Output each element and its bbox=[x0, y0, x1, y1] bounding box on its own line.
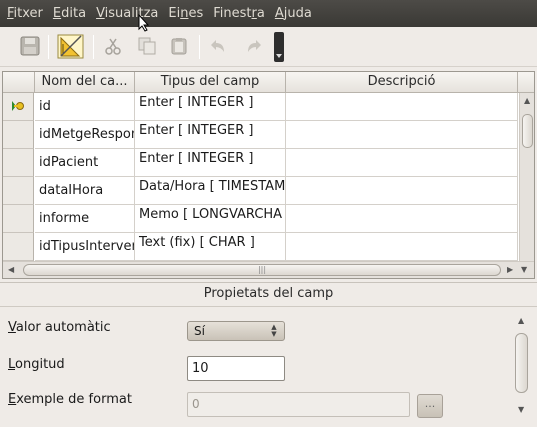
menu-ajuda[interactable]: Ajuda bbox=[270, 0, 317, 27]
properties-vertical-scrollbar[interactable]: ▲ ▼ bbox=[514, 311, 529, 421]
row-header[interactable] bbox=[3, 93, 34, 121]
format-browse-button[interactable]: ... bbox=[417, 394, 443, 418]
table-vertical-scrollbar[interactable]: ▲ bbox=[519, 93, 534, 261]
table-row[interactable]: idPacient Enter [ INTEGER ] bbox=[3, 149, 518, 177]
table-horizontal-scroll-thumb[interactable]: ||| bbox=[23, 264, 501, 276]
scroll-left-arrow-icon[interactable]: ◀ bbox=[8, 265, 14, 274]
menu-visualitza[interactable]: Visualitza bbox=[91, 0, 163, 27]
cell-field-name[interactable]: informe bbox=[35, 205, 135, 233]
cell-description[interactable] bbox=[286, 205, 518, 233]
cell-description[interactable] bbox=[286, 233, 518, 261]
length-input[interactable]: 10 bbox=[187, 356, 285, 381]
row-header[interactable] bbox=[3, 121, 34, 149]
column-header-description[interactable]: Descripció bbox=[286, 72, 518, 93]
menu-fitxer[interactable]: Fitxer bbox=[2, 0, 48, 27]
field-properties-title: Propietats del camp bbox=[0, 283, 537, 307]
row-header[interactable] bbox=[3, 205, 34, 233]
header-filler bbox=[518, 72, 534, 93]
format-example-label: Exemple de format bbox=[8, 392, 132, 407]
props-scroll-up-icon[interactable]: ▲ bbox=[518, 316, 524, 325]
cell-field-name[interactable]: idTipusInterven bbox=[35, 233, 135, 261]
field-table: Nom del ca... Tipus del camp Descripció … bbox=[2, 71, 535, 279]
scroll-up-arrow-icon[interactable]: ▲ bbox=[524, 96, 530, 105]
toolbar-overflow-button[interactable] bbox=[274, 32, 284, 62]
table-row[interactable]: id Enter [ INTEGER ] bbox=[3, 93, 518, 121]
row-header-corner bbox=[3, 72, 35, 93]
cell-description[interactable] bbox=[286, 149, 518, 177]
cell-field-type[interactable]: Memo [ LONGVARCHA bbox=[135, 205, 286, 233]
paste-icon[interactable] bbox=[166, 33, 192, 59]
cell-field-name[interactable]: dataIHora bbox=[35, 177, 135, 205]
table-row[interactable]: dataIHora Data/Hora [ TIMESTAM bbox=[3, 177, 518, 205]
column-header-name[interactable]: Nom del ca... bbox=[35, 72, 135, 93]
props-scroll-down-icon[interactable]: ▼ bbox=[518, 405, 524, 414]
undo-icon[interactable] bbox=[206, 33, 232, 59]
cell-description[interactable] bbox=[286, 121, 518, 149]
scroll-down-arrow-icon[interactable]: ▼ bbox=[521, 265, 527, 274]
cut-icon[interactable] bbox=[100, 33, 126, 59]
row-header[interactable] bbox=[3, 149, 34, 177]
copy-icon[interactable] bbox=[134, 33, 160, 59]
cell-field-type[interactable]: Enter [ INTEGER ] bbox=[135, 121, 286, 149]
auto-value-selected: Sí bbox=[194, 324, 205, 338]
primary-key-icon bbox=[11, 100, 25, 116]
auto-value-select[interactable]: Sí ▲ ▼ bbox=[187, 321, 285, 341]
toolbar bbox=[0, 27, 537, 67]
table-row[interactable]: idMetgeRespon Enter [ INTEGER ] bbox=[3, 121, 518, 149]
cell-field-type[interactable]: Text (fix) [ CHAR ] bbox=[135, 233, 286, 261]
menu-eines[interactable]: Eines bbox=[163, 0, 208, 27]
scroll-right-arrow-icon[interactable]: ▶ bbox=[507, 265, 513, 274]
cell-field-name[interactable]: idPacient bbox=[35, 149, 135, 177]
spin-arrows-icon: ▲ ▼ bbox=[271, 323, 277, 338]
column-header-type[interactable]: Tipus del camp bbox=[135, 72, 286, 93]
menu-finestra[interactable]: Finestra bbox=[208, 0, 270, 27]
redo-icon[interactable] bbox=[240, 33, 266, 59]
row-header[interactable] bbox=[3, 177, 34, 205]
cell-field-name[interactable]: id bbox=[35, 93, 135, 121]
cell-field-type[interactable]: Enter [ INTEGER ] bbox=[135, 149, 286, 177]
table-row[interactable]: informe Memo [ LONGVARCHA bbox=[3, 205, 518, 233]
row-header[interactable] bbox=[3, 233, 34, 261]
table-vertical-scroll-thumb[interactable] bbox=[522, 114, 533, 148]
properties-scroll-thumb[interactable] bbox=[515, 333, 528, 393]
cell-field-type[interactable]: Data/Hora [ TIMESTAM bbox=[135, 177, 286, 205]
table-row[interactable]: idTipusInterven Text (fix) [ CHAR ] bbox=[3, 233, 518, 261]
table-horizontal-scrollbar[interactable]: ◀ ||| ▶ ▼ bbox=[3, 261, 534, 278]
menu-edita[interactable]: Edita bbox=[48, 0, 91, 27]
length-label: Longitud bbox=[8, 357, 65, 372]
format-example-field: 0 bbox=[187, 392, 410, 417]
auto-value-label: Valor automàtic bbox=[8, 320, 111, 335]
save-icon[interactable] bbox=[17, 33, 43, 59]
mouse-cursor-icon bbox=[138, 13, 150, 36]
cell-field-name[interactable]: idMetgeRespon bbox=[35, 121, 135, 149]
design-icon[interactable] bbox=[56, 31, 86, 61]
field-properties-panel: Propietats del camp Valor automàtic Sí ▲… bbox=[0, 282, 537, 427]
cell-description[interactable] bbox=[286, 177, 518, 205]
menu-bar: Fitxer Edita Visualitza Eines Finestra A… bbox=[0, 0, 537, 27]
cell-field-type[interactable]: Enter [ INTEGER ] bbox=[135, 93, 286, 121]
cell-description[interactable] bbox=[286, 93, 518, 121]
